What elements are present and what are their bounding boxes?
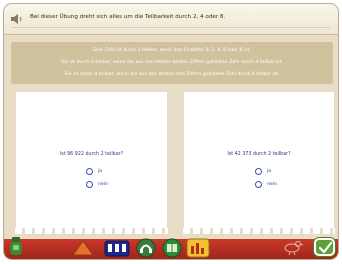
book-icon[interactable] xyxy=(162,238,182,258)
rule-line: Sie ist durch 8 teilbar, wenn die aus de… xyxy=(64,72,280,77)
radio-button[interactable] xyxy=(86,180,93,188)
rules-panel: Eine Zahl ist durch 2 teilbar, wenn ihre… xyxy=(11,42,333,84)
instruction-bar: Bei dieser Übung dreht sich alles um die… xyxy=(4,4,338,35)
question-text: Ist 96 922 durch 2 teilbar? xyxy=(59,152,124,157)
option-label: nein xyxy=(267,181,277,187)
question-text: Ist 42 373 durch 2 teilbar? xyxy=(227,152,291,157)
question-card: Ist 96 922 durch 2 teilbar? ja nein xyxy=(15,91,168,234)
answer-option-ja[interactable]: ja xyxy=(255,167,271,175)
rule-line: Eine Zahl ist durch 2 teilbar, wenn ihre… xyxy=(93,48,251,53)
headphones-icon[interactable] xyxy=(136,238,156,258)
exercise-window: Bei dieser Übung dreht sich alles um die… xyxy=(3,3,339,260)
divider xyxy=(12,27,330,28)
pencil-icon[interactable] xyxy=(70,238,96,258)
answer-option-nein[interactable]: nein xyxy=(255,180,277,188)
option-label: nein xyxy=(98,181,108,187)
radio-button[interactable] xyxy=(255,167,262,175)
bird-icon xyxy=(284,241,303,255)
radio-button[interactable] xyxy=(255,180,262,188)
rule-line: Sie ist durch 4 teilbar, wenn die aus de… xyxy=(61,60,283,65)
option-label: ja xyxy=(98,168,103,174)
answer-option-ja[interactable]: ja xyxy=(86,167,102,175)
answer-option-nein[interactable]: nein xyxy=(86,180,108,188)
question-card: Ist 42 373 durch 2 teilbar? ja nein xyxy=(183,91,335,234)
radio-button[interactable] xyxy=(86,167,93,175)
home-icon[interactable] xyxy=(9,236,23,256)
speaker-icon[interactable] xyxy=(10,13,24,25)
chart-icon[interactable] xyxy=(186,238,210,258)
check-icon xyxy=(319,242,332,253)
option-label: ja xyxy=(267,168,272,174)
check-button[interactable] xyxy=(314,238,335,256)
instruction-text: Bei dieser Übung dreht sich alles um die… xyxy=(30,14,226,20)
calculator-icon[interactable] xyxy=(104,240,130,257)
